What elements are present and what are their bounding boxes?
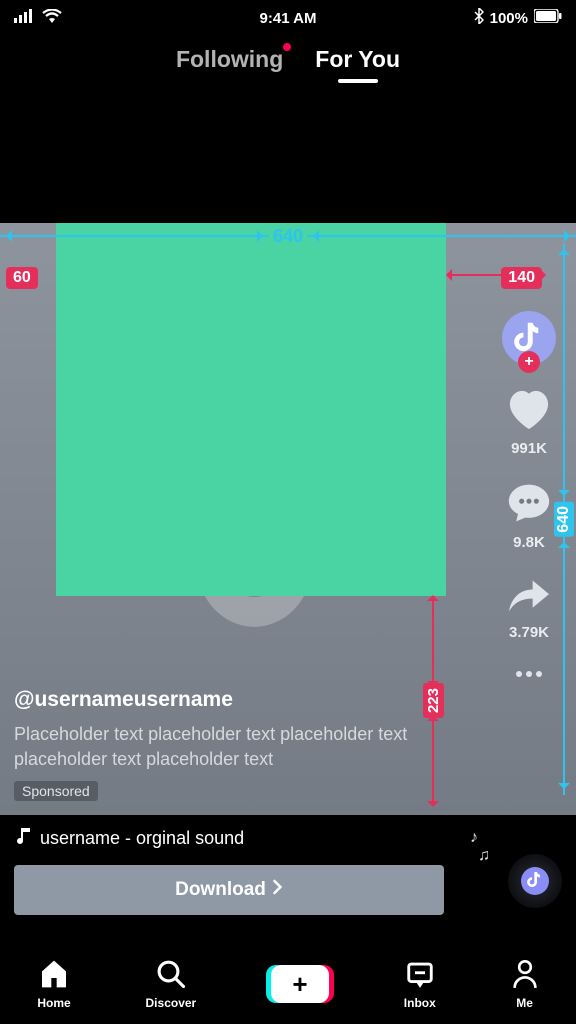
annotation-width-label: 640 — [269, 226, 307, 247]
nav-inbox-label: Inbox — [404, 996, 436, 1010]
wifi-icon — [42, 9, 62, 28]
profile-icon — [511, 959, 539, 994]
nav-discover-label: Discover — [146, 996, 197, 1010]
search-icon — [156, 959, 186, 994]
battery-icon — [534, 9, 562, 27]
bluetooth-icon — [474, 8, 484, 28]
tab-for-you-label: For You — [315, 46, 400, 72]
more-button[interactable] — [516, 671, 542, 677]
comment-icon — [506, 481, 552, 530]
top-tabs: Following For You — [0, 46, 576, 73]
sound-label: username - orginal sound — [40, 828, 244, 849]
cta-label: Download — [175, 879, 266, 901]
music-note-icon — [14, 826, 32, 851]
nav-me[interactable]: Me — [511, 959, 539, 1010]
share-icon — [506, 575, 552, 620]
author-avatar[interactable]: + — [502, 311, 556, 365]
cta-button[interactable]: Download — [14, 865, 444, 915]
share-button[interactable]: 3.79K — [506, 575, 552, 641]
nav-home[interactable]: Home — [37, 959, 70, 1010]
notification-dot-icon — [283, 43, 291, 51]
share-count: 3.79K — [509, 624, 549, 641]
caption-block: @usernameusername Placeholder text place… — [14, 688, 416, 801]
battery-percent: 100% — [490, 10, 528, 27]
inbox-icon — [405, 959, 435, 994]
annotation-caption-height-arrow: 223 — [425, 599, 441, 803]
video-caption: Placeholder text placeholder text placeh… — [14, 722, 416, 771]
home-icon — [38, 959, 70, 994]
like-count: 991K — [511, 440, 547, 457]
tiktok-disc-icon — [527, 870, 543, 893]
annotation-left-margin: 60 — [6, 267, 38, 289]
sound-row[interactable]: username - orginal sound — [14, 826, 486, 851]
like-button[interactable]: 991K — [506, 389, 552, 457]
annotation-width-arrow: 640 — [0, 227, 576, 245]
annotation-right-margin: 140 — [501, 267, 542, 289]
nav-me-label: Me — [516, 996, 533, 1010]
nav-home-label: Home — [37, 996, 70, 1010]
sponsored-badge: Sponsored — [14, 781, 98, 801]
nav-upload[interactable]: + — [271, 965, 329, 1003]
plus-icon: + — [271, 965, 329, 1003]
feed-video-area[interactable]: 640 640 60 140 223 + 991K — [0, 223, 576, 815]
signal-icon — [14, 9, 36, 27]
nav-discover[interactable]: Discover — [146, 959, 197, 1010]
ad-safe-content-area — [56, 223, 446, 596]
follow-plus-icon[interactable]: + — [518, 351, 540, 373]
tab-following[interactable]: Following — [176, 46, 283, 73]
music-notes-icon: ♪♫ — [470, 830, 490, 866]
comment-button[interactable]: 9.8K — [506, 481, 552, 551]
author-username[interactable]: @usernameusername — [14, 688, 416, 712]
status-time: 9:41 AM — [260, 10, 317, 27]
comment-count: 9.8K — [513, 534, 545, 551]
sound-disc[interactable]: ♪♫ — [494, 840, 562, 908]
bottom-nav: Home Discover + Inbox Me — [0, 944, 576, 1024]
nav-inbox[interactable]: Inbox — [404, 959, 436, 1010]
tab-following-label: Following — [176, 46, 283, 72]
action-rail: + 991K 9.8K 3.79K — [500, 311, 558, 815]
heart-icon — [506, 389, 552, 436]
chevron-right-icon — [272, 879, 283, 901]
status-bar: 9:41 AM 100% — [0, 0, 576, 36]
tab-for-you[interactable]: For You — [315, 46, 400, 73]
